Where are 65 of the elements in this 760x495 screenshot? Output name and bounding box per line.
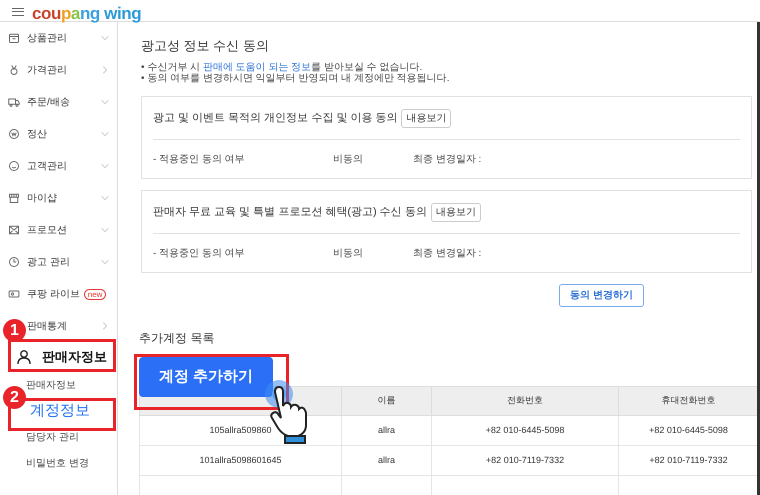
chevron-down-icon [101,130,109,138]
section-label: 판매자정보 [42,348,107,366]
sidebar-item[interactable]: 프로모션 [27,222,67,238]
sidebar-item[interactable]: 정산 [27,126,47,142]
sidebar-item[interactable]: 상품관리 [27,30,67,46]
new-badge: new [84,288,106,300]
sidebar-item[interactable]: 가격관리 [27,62,67,78]
column-header: 이름 [342,386,432,416]
truck-icon [8,96,20,108]
consent-status: 비동의 [333,152,364,166]
notice-text: • 동의 여부를 변경하시면 익일부터 반영되며 내 계정에만 적용됩니다. [141,73,451,84]
sidebar-item[interactable]: 쿠팡 라이브 [27,286,80,302]
coin-icon [8,128,20,140]
step-badge: 2 [3,386,26,409]
section-title: 광고성 정보 수신 동의 [141,38,270,54]
envelope-icon [8,224,20,236]
consent-label: - 적용중인 동의 여부 [153,152,246,166]
table-cell: allra [342,416,432,446]
consent-status: 비동의 [333,246,364,260]
add-account-button[interactable]: 계정 추가하기 [139,357,273,397]
store-icon [8,192,20,204]
column-header: 전화번호 [432,386,618,416]
consent-title: 광고 및 이벤트 목적의 개인정보 수집 및 이용 동의 [153,110,398,126]
column-header: 휴대전화번호 [618,386,757,416]
sidebar-item[interactable]: 광고 관리 [27,254,70,270]
date-label: 최종 변경일자 : [413,246,482,260]
step-badge: 1 [3,319,26,342]
view-content-button[interactable]: 내용보기 [430,202,481,222]
date-label: 최종 변경일자 : [413,152,482,166]
sidebar-subitem[interactable]: 담당자 관리 [26,430,79,444]
box-icon [8,32,20,44]
table-cell: allra [342,446,432,476]
sidebar-item[interactable]: 판매통계 [27,318,67,334]
consent-title: 판매자 무료 교육 및 특별 프로모션 혜택(광고) 수신 동의 [153,204,427,220]
person-icon [16,349,32,365]
view-content-button[interactable]: 내용보기 [401,108,452,128]
chevron-down-icon [101,98,109,106]
smiley-icon [8,160,20,172]
logo[interactable]: coupang wing [32,5,142,22]
camera-icon [8,288,20,300]
section-title: 추가계정 목록 [139,330,216,347]
sidebar-subitem[interactable]: 비밀번호 변경 [26,456,89,470]
sidebar-section[interactable]: 판매자정보 [0,342,117,372]
chevron-down-icon [101,162,109,170]
medal-icon [8,64,20,76]
table-cell: +82 010-7119-7332 [432,446,618,476]
change-consent-button[interactable]: 동의 변경하기 [559,284,644,307]
sidebar-subitem[interactable]: 계정정보 [30,402,90,420]
chevron-right-icon [101,66,109,74]
chevron-right-icon [101,322,109,330]
chevron-down-icon [101,194,109,202]
table-cell: 101allra5098601645 [140,446,342,476]
sidebar-item[interactable]: 주문/배송 [27,94,70,110]
chevron-down-icon [101,34,109,42]
info-link[interactable]: 판매에 도움이 되는 정보 [202,62,312,73]
clock-icon [8,256,20,268]
table-cell: +82 010-6445-5098 [432,416,618,446]
chevron-down-icon [101,258,109,266]
sidebar-subitem[interactable]: 판매자정보 [26,378,76,392]
menu-icon[interactable] [12,8,24,16]
consent-label: - 적용중인 동의 여부 [153,246,246,260]
sidebar-item[interactable]: 고객관리 [27,158,67,174]
sidebar-item[interactable]: 마이샵 [27,190,57,206]
notice-text: • 수신거부 시 판매에 도움이 되는 정보를 받아보실 수 없습니다. [141,62,424,73]
chevron-down-icon [101,226,109,234]
